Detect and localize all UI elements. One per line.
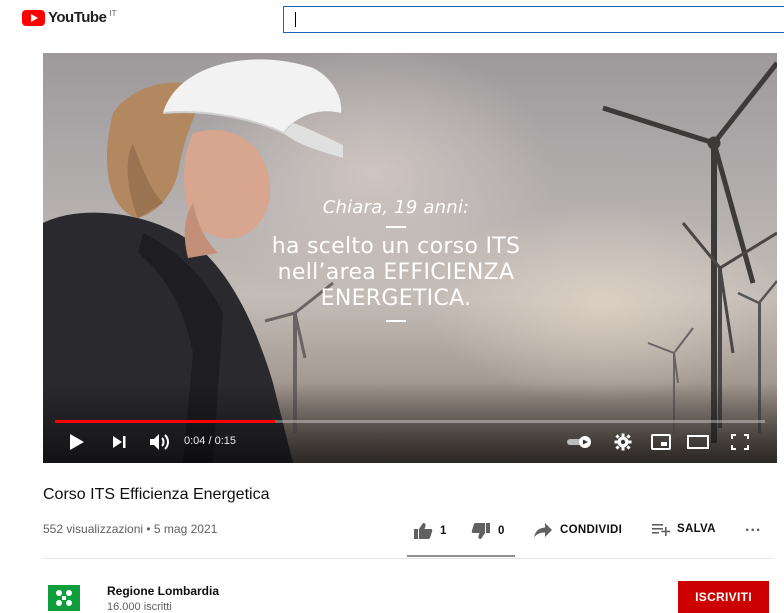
youtube-logo[interactable]: YouTube IT [22,8,117,28]
theater-mode-button[interactable] [685,430,711,454]
subscribe-button[interactable]: ISCRIVITI [678,581,769,613]
channel-name[interactable]: Regione Lombardia [107,584,219,598]
volume-icon [150,434,169,450]
caption-line-4: ENERGETICA. [320,286,472,311]
save-label: SALVA [677,523,716,535]
play-icon [70,434,84,450]
fullscreen-button[interactable] [727,430,753,454]
video-player[interactable]: Chiara, 19 anni: ha scelto un corso ITS … [43,53,777,463]
thumbs-up-icon [414,523,433,539]
miniplayer-icon [651,434,671,450]
volume-button[interactable] [147,430,173,454]
theater-mode-icon [687,435,709,449]
caption-line-2: ha scelto un corso ITS [271,234,521,259]
share-button[interactable]: CONDIVIDI [533,522,622,538]
views-and-date: 552 visualizzazioni • 5 mag 2021 [43,522,218,536]
autoplay-toggle-icon [567,436,591,448]
video-meta-row: 552 visualizzazioni • 5 mag 2021 1 0 CON… [43,518,773,558]
play-button[interactable] [65,430,89,454]
top-bar: YouTube IT [0,0,784,42]
progress-bar[interactable] [55,420,765,423]
subscriber-count: 16.000 iscritti [107,601,172,613]
thumbs-down-icon [471,523,490,539]
caption-line-1: Chiara, 19 anni: [322,197,470,218]
video-overlay-caption: Chiara, 19 anni: ha scelto un corso ITS … [246,197,546,322]
next-button[interactable] [107,430,131,454]
divider [43,558,773,559]
gear-icon [614,433,632,451]
skip-next-icon [113,436,126,448]
search-input[interactable] [283,6,784,33]
settings-button[interactable] [611,430,635,454]
caption-dash-bottom [386,320,406,322]
channel-logo-icon [56,590,72,606]
dislike-button[interactable]: 0 [471,522,505,540]
time-display: 0:04 / 0:15 [184,435,236,447]
country-code: IT [109,9,117,18]
caption-line-3: nell’area EFFICIENZA [277,260,515,285]
progress-played [55,420,276,423]
playlist-add-icon [652,524,671,536]
save-button[interactable]: SALVA [651,522,716,536]
video-title: Corso ITS Efficienza Energetica [43,486,270,503]
miniplayer-button[interactable] [648,430,674,454]
like-button[interactable]: 1 [413,522,447,540]
youtube-play-icon [22,10,45,26]
logo-text: YouTube [48,9,107,26]
more-actions-button[interactable]: ... [745,518,761,536]
fullscreen-icon [731,434,749,450]
sentiment-bar [407,555,515,557]
text-caret [295,12,296,27]
more-actions-icon: ... [745,518,762,535]
caption-dash [386,226,406,228]
channel-avatar[interactable] [48,585,80,611]
like-count: 1 [440,525,447,537]
share-arrow-icon [534,523,552,538]
autoplay-toggle[interactable] [565,430,595,454]
dislike-count: 0 [498,525,505,537]
share-label: CONDIVIDI [560,524,623,536]
